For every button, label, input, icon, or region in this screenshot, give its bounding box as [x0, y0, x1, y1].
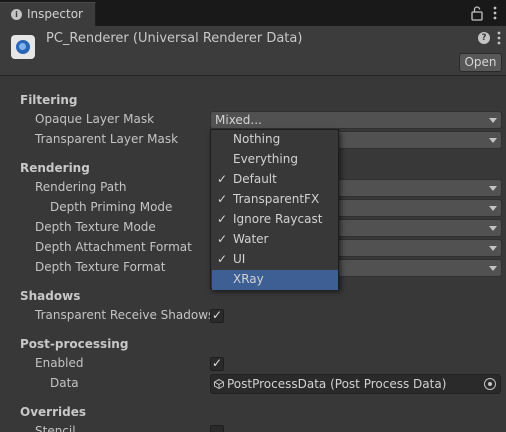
depth-priming-mode-label: Depth Priming Mode — [50, 200, 173, 214]
checkmark-icon: ✓ — [217, 212, 228, 226]
popup-item-ignore-raycast[interactable]: ✓ Ignore Raycast — [212, 210, 338, 230]
object-field-value: PostProcessData (Post Process Data) — [227, 377, 447, 391]
more-options-icon[interactable] — [490, 5, 500, 21]
transparent-receive-shadows-checkbox[interactable]: ✓ — [210, 308, 224, 323]
popup-item-water[interactable]: ✓ Water — [212, 230, 338, 250]
lock-icon[interactable] — [470, 5, 484, 21]
popup-item-everything[interactable]: Everything — [212, 150, 338, 170]
checkmark-icon: ✓ — [217, 172, 228, 186]
transparent-layer-mask-label: Transparent Layer Mask — [35, 132, 179, 146]
enabled-label: Enabled — [35, 356, 84, 370]
popup-item-label: Everything — [233, 152, 298, 166]
stencil-checkbox[interactable] — [210, 425, 224, 432]
popup-item-label: Water — [233, 232, 269, 246]
opaque-layer-mask-dropdown[interactable]: Mixed... — [210, 111, 502, 129]
tab-inspector[interactable]: i Inspector — [0, 2, 96, 26]
chevron-down-icon — [489, 138, 497, 143]
chevron-down-icon — [489, 226, 497, 231]
object-picker-icon[interactable] — [484, 378, 496, 390]
tab-label: Inspector — [27, 7, 83, 21]
data-label: Data — [50, 376, 79, 390]
more-options-icon[interactable] — [494, 30, 504, 46]
transparent-receive-shadows-label: Transparent Receive Shadows — [35, 308, 215, 322]
dropdown-value: Mixed... — [215, 113, 262, 127]
tab-bar: i Inspector — [0, 0, 506, 26]
popup-item-transparentfx[interactable]: ✓ TransparentFX — [212, 190, 338, 210]
popup-item-label: TransparentFX — [233, 192, 320, 206]
chevron-down-icon — [489, 186, 497, 191]
depth-texture-mode-label: Depth Texture Mode — [35, 220, 156, 234]
chevron-down-icon — [489, 246, 497, 251]
open-button[interactable]: Open — [459, 53, 502, 72]
popup-item-ui[interactable]: ✓ UI — [212, 250, 338, 270]
chevron-down-icon — [489, 266, 497, 271]
section-rendering: Rendering — [20, 161, 90, 175]
enabled-checkbox[interactable]: ✓ — [210, 356, 224, 371]
depth-texture-format-label: Depth Texture Format — [35, 260, 166, 274]
depth-attachment-format-label: Depth Attachment Format — [35, 240, 192, 254]
checkmark-icon: ✓ — [212, 356, 223, 370]
popup-item-label: UI — [233, 252, 246, 266]
chevron-down-icon — [489, 206, 497, 211]
inspector-header: PC_Renderer (Universal Renderer Data) ? … — [0, 26, 506, 76]
popup-item-label: Ignore Raycast — [233, 212, 323, 226]
data-object-field[interactable]: PostProcessData (Post Process Data) — [210, 374, 501, 394]
section-post-processing: Post-processing — [20, 337, 129, 351]
renderer-asset-icon — [11, 35, 35, 59]
rendering-path-label: Rendering Path — [35, 180, 127, 194]
layer-mask-popup: Nothing Everything ✓ Default ✓ Transpare… — [210, 129, 339, 290]
popup-item-label: Default — [233, 172, 277, 186]
stencil-label: Stencil — [35, 424, 76, 432]
popup-item-label: XRay — [233, 272, 264, 286]
popup-item-label: Nothing — [233, 132, 281, 146]
section-filtering: Filtering — [20, 93, 78, 107]
popup-item-xray[interactable]: XRay — [212, 270, 338, 290]
popup-item-nothing[interactable]: Nothing — [212, 130, 338, 150]
chevron-down-icon — [489, 118, 497, 123]
help-icon[interactable]: ? — [478, 32, 490, 44]
checkmark-icon: ✓ — [217, 192, 228, 206]
opaque-layer-mask-label: Opaque Layer Mask — [35, 112, 155, 126]
checkmark-icon: ✓ — [212, 308, 223, 322]
asset-title: PC_Renderer (Universal Renderer Data) — [46, 31, 303, 46]
popup-item-default[interactable]: ✓ Default — [212, 170, 338, 190]
section-shadows: Shadows — [20, 289, 81, 303]
info-icon: i — [11, 9, 22, 20]
scriptable-object-icon — [214, 379, 224, 389]
checkmark-icon: ✓ — [217, 232, 228, 246]
section-overrides: Overrides — [20, 405, 86, 419]
checkmark-icon: ✓ — [217, 252, 228, 266]
